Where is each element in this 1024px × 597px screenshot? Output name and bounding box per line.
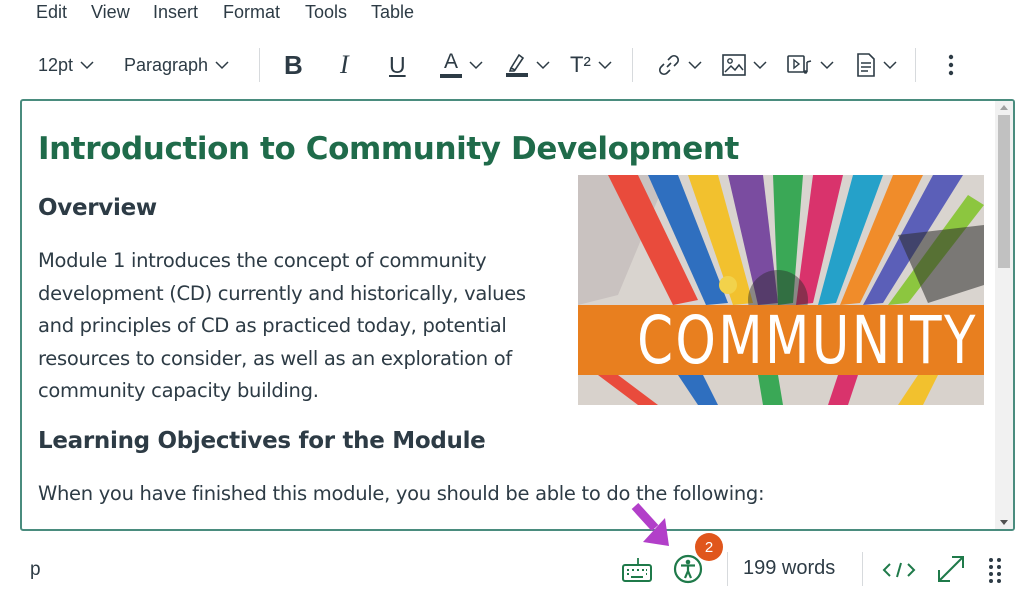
document-button[interactable] <box>856 48 897 82</box>
overview-line: resources to consider, as well as an exp… <box>38 346 512 370</box>
scroll-thumb[interactable] <box>998 115 1010 268</box>
bold-button[interactable]: B <box>284 48 303 82</box>
toolbar-separator <box>259 48 260 82</box>
font-size-select[interactable]: 12pt <box>38 48 94 82</box>
overview-line: and principles of CD as practiced today,… <box>38 314 507 337</box>
text-color-swatch <box>440 74 462 78</box>
bold-icon: B <box>284 49 303 80</box>
html-code-icon[interactable] <box>882 560 916 580</box>
link-button[interactable] <box>657 48 702 82</box>
underline-icon: U <box>389 51 406 78</box>
chevron-down-icon <box>688 60 702 69</box>
scroll-up-icon[interactable] <box>1000 105 1008 110</box>
editor-content[interactable]: Introduction to Community Development Ov… <box>38 101 993 529</box>
text-color-button[interactable]: A <box>440 48 483 82</box>
community-image[interactable]: COMMUNITY <box>578 175 984 405</box>
menu-format[interactable]: Format <box>223 2 280 23</box>
chevron-down-icon <box>536 60 550 69</box>
highlight-color-button[interactable] <box>505 48 550 82</box>
italic-icon: I <box>340 50 349 79</box>
italic-button[interactable]: I <box>340 48 349 82</box>
overview-line: community capacity building. <box>38 379 319 402</box>
overview-line: Module 1 introduces the concept of commu… <box>38 249 487 272</box>
more-button[interactable] <box>946 48 956 82</box>
chevron-down-icon <box>883 60 897 69</box>
underline-button[interactable]: U <box>389 48 406 82</box>
overview-line: development (CD) currently and historica… <box>38 281 526 305</box>
highlight-icon <box>506 53 528 77</box>
text-color-icon: A <box>440 50 462 78</box>
superscript-button[interactable]: T² <box>570 48 612 82</box>
chevron-down-icon <box>753 60 767 69</box>
menu-table[interactable]: Table <box>371 2 414 23</box>
drag-handle-icon[interactable] <box>988 557 1002 583</box>
image-word: COMMUNITY <box>637 301 978 379</box>
element-path[interactable]: p <box>30 559 41 581</box>
toolbar-separator <box>632 48 633 82</box>
overview-paragraph: Module 1 introduces the concept of commu… <box>38 245 526 408</box>
annotation-arrow-icon <box>631 502 669 546</box>
document-icon <box>857 53 875 77</box>
accessibility-icon[interactable] <box>673 554 703 584</box>
menu-bar: Edit View Insert Format Tools Table <box>0 0 1024 30</box>
status-separator <box>727 552 728 586</box>
menu-tools[interactable]: Tools <box>305 2 347 23</box>
fullscreen-icon[interactable] <box>935 553 967 585</box>
block-format-select[interactable]: Paragraph <box>124 48 229 82</box>
word-count: 199 words <box>743 557 836 579</box>
menu-insert[interactable]: Insert <box>153 2 198 23</box>
toolbar-separator <box>915 48 916 82</box>
link-icon <box>658 54 680 76</box>
status-separator <box>862 552 863 586</box>
image-button[interactable] <box>722 48 767 82</box>
chevron-down-icon <box>820 60 834 69</box>
more-icon <box>948 54 954 76</box>
font-size-value: 12pt <box>38 54 74 75</box>
media-button[interactable] <box>787 48 834 82</box>
block-format-value: Paragraph <box>124 54 209 75</box>
keyboard-icon[interactable] <box>622 557 652 583</box>
page-title: Introduction to Community Development <box>38 131 739 167</box>
chevron-down-icon <box>80 60 94 69</box>
status-bar: p 199 words <box>0 540 1024 597</box>
objectives-heading: Learning Objectives for the Module <box>38 428 486 454</box>
accessibility-issues-badge[interactable]: 2 <box>695 533 723 561</box>
media-icon <box>787 55 812 74</box>
chevron-down-icon <box>469 60 483 69</box>
superscript-icon: T² <box>570 52 591 77</box>
chevron-down-icon <box>598 60 612 69</box>
editor-toolbar: 12pt Paragraph B I U A T² <box>0 40 1024 90</box>
menu-view[interactable]: View <box>91 2 130 23</box>
overview-heading: Overview <box>38 195 157 221</box>
rich-text-editor[interactable]: Introduction to Community Development Ov… <box>20 99 1015 531</box>
image-icon <box>722 54 746 76</box>
text-color-label: A <box>443 50 458 73</box>
editor-scrollbar[interactable] <box>995 101 1013 529</box>
menu-edit[interactable]: Edit <box>36 2 67 23</box>
scroll-down-icon[interactable] <box>1000 520 1008 525</box>
chevron-down-icon <box>215 60 229 69</box>
